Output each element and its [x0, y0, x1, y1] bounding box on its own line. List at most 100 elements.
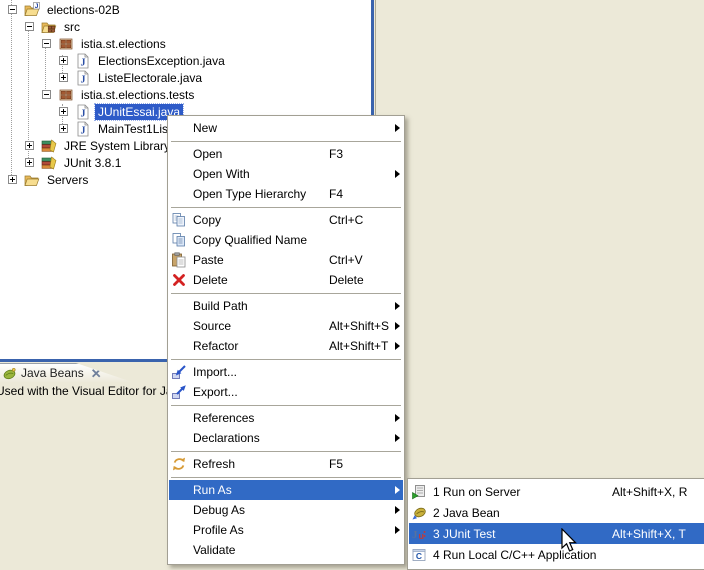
tree-expander-icon[interactable]: [25, 141, 34, 150]
tree-item-label: JUnit 3.8.1: [61, 155, 124, 171]
c-cpp-application-icon: C: [411, 547, 427, 563]
menu-item-source[interactable]: SourceAlt+Shift+S: [169, 316, 403, 336]
svg-text:J: J: [412, 529, 418, 541]
menu-item-label: References: [193, 411, 329, 425]
tree-expander-icon[interactable]: [25, 22, 34, 31]
tree-item-src[interactable]: src: [0, 18, 83, 35]
svg-text:u: u: [419, 531, 425, 541]
blank-icon: [171, 542, 187, 558]
tree-item-junitessai-java[interactable]: JJUnitEssai.java: [0, 103, 183, 120]
menu-item-shortcut: Alt+Shift+X, T: [612, 527, 692, 541]
tab-label: Java Beans: [21, 366, 84, 380]
tree-expander-icon[interactable]: [59, 107, 68, 116]
tree-item-maintest1liste[interactable]: JMainTest1Liste: [0, 120, 181, 137]
menu-item-label: Paste: [193, 253, 329, 267]
menu-item-declarations[interactable]: Declarations: [169, 428, 403, 448]
menu-item-label: Delete: [193, 273, 329, 287]
menu-item-label: Profile As: [193, 523, 329, 537]
blank-icon: [171, 166, 187, 182]
folder-icon: [24, 172, 40, 188]
menu-item-open[interactable]: OpenF3: [169, 144, 403, 164]
java-project-icon: J: [24, 2, 40, 18]
menu-item-import[interactable]: Import...: [169, 362, 403, 382]
menu-item-refactor[interactable]: RefactorAlt+Shift+T: [169, 336, 403, 356]
menu-item-label: New: [193, 121, 329, 135]
menu-item-debug-as[interactable]: Debug As: [169, 500, 403, 520]
submenu-arrow-icon: [390, 322, 400, 330]
tab-java-beans[interactable]: Java Beans ✕: [0, 363, 132, 382]
import-icon: [171, 364, 187, 380]
menu-item-build-path[interactable]: Build Path: [169, 296, 403, 316]
blank-icon: [171, 502, 187, 518]
blank-icon: [171, 338, 187, 354]
submenu-arrow-icon: [390, 414, 400, 422]
menu-item-open-type-hierarchy[interactable]: Open Type HierarchyF4: [169, 184, 403, 204]
menu-item-delete[interactable]: DeleteDelete: [169, 270, 403, 290]
tree-expander-icon[interactable]: [42, 90, 51, 99]
tree-expander-icon[interactable]: [42, 39, 51, 48]
menu-item-label: Run As: [193, 483, 329, 497]
tree-item-junit-3-8-1[interactable]: JUnit 3.8.1: [0, 154, 124, 171]
tree-item-servers[interactable]: Servers: [0, 171, 91, 188]
copy-icon: [171, 212, 187, 228]
menu-item-label: 4 Run Local C/C++ Application: [433, 548, 612, 562]
menu-item-4-run-local-c-c-application[interactable]: C 4 Run Local C/C++ Application: [409, 544, 704, 565]
tree-item-listeelectorale-java[interactable]: JListeElectorale.java: [0, 69, 205, 86]
tree-expander-icon[interactable]: [25, 158, 34, 167]
menu-item-shortcut: Ctrl+C: [329, 213, 390, 227]
tree-expander-icon[interactable]: [59, 56, 68, 65]
menu-item-export[interactable]: Export...: [169, 382, 403, 402]
library-icon: [41, 138, 57, 154]
blank-icon: [171, 186, 187, 202]
menu-item-shortcut: F3: [329, 147, 390, 161]
tree-expander-icon[interactable]: [59, 73, 68, 82]
submenu-arrow-icon: [390, 506, 400, 514]
menu-item-validate[interactable]: Validate: [169, 540, 403, 560]
menu-separator: [171, 451, 401, 452]
menu-item-profile-as[interactable]: Profile As: [169, 520, 403, 540]
menu-item-shortcut: Delete: [329, 273, 390, 287]
menu-item-new[interactable]: New: [169, 118, 403, 138]
submenu-arrow-icon: [390, 342, 400, 350]
menu-item-copy-qualified-name[interactable]: Copy Qualified Name: [169, 230, 403, 250]
blank-icon: [171, 146, 187, 162]
java-file-icon: J: [75, 53, 91, 69]
menu-item-3-junit-test[interactable]: Ju3 JUnit TestAlt+Shift+X, T: [409, 523, 704, 544]
refresh-icon: [171, 456, 187, 472]
menu-item-2-java-bean[interactable]: 2 Java Bean: [409, 502, 704, 523]
tree-item-label: ElectionsException.java: [95, 53, 228, 69]
tree-expander-icon[interactable]: [8, 5, 17, 14]
java-beans-icon: [2, 366, 17, 381]
menu-item-refresh[interactable]: RefreshF5: [169, 454, 403, 474]
copy-qualified-name-icon: [171, 232, 187, 248]
menu-item-label: Export...: [193, 385, 329, 399]
menu-item-references[interactable]: References: [169, 408, 403, 428]
menu-item-open-with[interactable]: Open With: [169, 164, 403, 184]
tree-expander-icon[interactable]: [59, 124, 68, 133]
menu-item-label: Refresh: [193, 457, 329, 471]
tree-expander-icon[interactable]: [8, 175, 17, 184]
menu-item-paste[interactable]: PasteCtrl+V: [169, 250, 403, 270]
menu-item-label: Copy Qualified Name: [193, 233, 329, 247]
tree-item-elections-02b[interactable]: Jelections-02B: [0, 1, 123, 18]
menu-item-run-as[interactable]: Run As: [169, 480, 403, 500]
tree-item-istia-st-elections[interactable]: istia.st.elections: [0, 35, 169, 52]
java-file-icon: J: [75, 104, 91, 120]
panel-description: Used with the Visual Editor for Java: [0, 384, 185, 398]
svg-text:J: J: [35, 3, 39, 10]
menu-item-label: Open With: [193, 167, 329, 181]
export-icon: [171, 384, 187, 400]
tree-item-jre-system-library-jre[interactable]: JRE System Library [jre: [0, 137, 193, 154]
tree-item-istia-st-elections-tests[interactable]: istia.st.elections.tests: [0, 86, 197, 103]
menu-item-label: 2 Java Bean: [433, 506, 612, 520]
blank-icon: [171, 522, 187, 538]
menu-item-copy[interactable]: CopyCtrl+C: [169, 210, 403, 230]
menu-separator: [171, 477, 401, 478]
menu-item-1-run-on-server[interactable]: 1 Run on ServerAlt+Shift+X, R: [409, 481, 704, 502]
tree-item-electionsexception-java[interactable]: JElectionsException.java: [0, 52, 228, 69]
tree-item-label: elections-02B: [44, 2, 123, 18]
menu-item-label: 1 Run on Server: [433, 485, 612, 499]
menu-item-label: Open Type Hierarchy: [193, 187, 329, 201]
source-folder-icon: [41, 19, 57, 35]
close-icon[interactable]: ✕: [91, 367, 102, 380]
